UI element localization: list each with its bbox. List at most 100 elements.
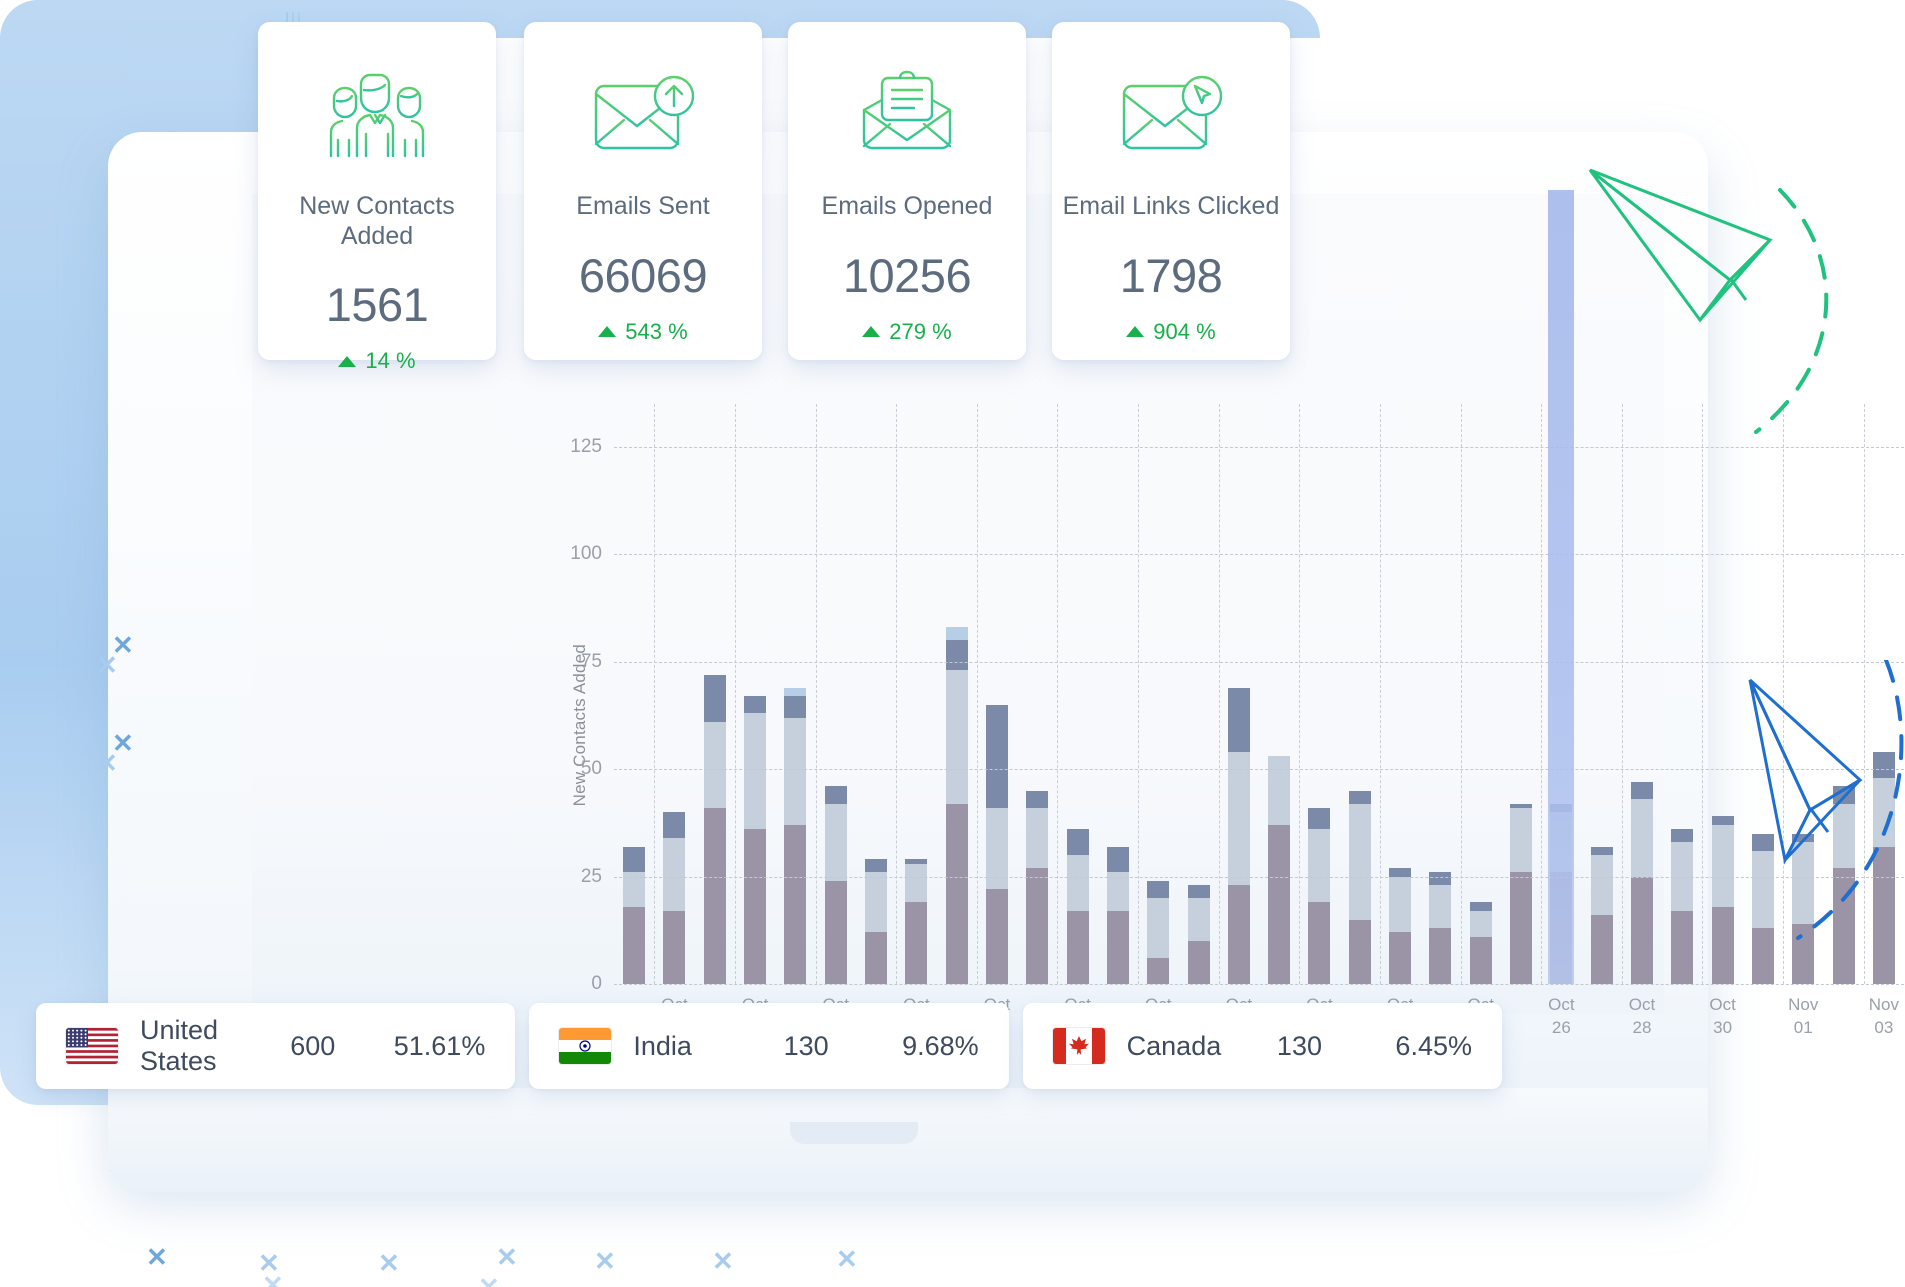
chart-bar-slot[interactable] (1178, 404, 1218, 984)
chart-stacked-bar[interactable] (1510, 803, 1533, 984)
chart-stacked-bar[interactable] (905, 859, 928, 984)
kpi-card-new-contacts-added[interactable]: New Contacts Added 1561 14 % (258, 22, 496, 373)
chart-stacked-bar[interactable] (744, 696, 767, 984)
chart-gridline-vertical (815, 404, 817, 984)
chart-bar-slot[interactable] (1057, 404, 1097, 984)
chart-bar-segment-middle (784, 717, 807, 826)
chart-stacked-bar[interactable] (985, 704, 1008, 984)
decorative-x-icon: ✕ (712, 1246, 734, 1276)
chart-stacked-bar[interactable] (1832, 786, 1855, 984)
kpi-value: 66069 (578, 248, 708, 302)
chart-stacked-bar[interactable] (784, 687, 807, 984)
country-card-canada[interactable]: Canada 130 6.45% (1022, 1003, 1502, 1089)
chart-bar-slot[interactable] (1299, 404, 1339, 984)
chart-stacked-bar[interactable] (1106, 846, 1129, 984)
chart-x-tick (1743, 994, 1783, 1052)
chart-stacked-bar[interactable] (1872, 752, 1895, 984)
chart-bar-segment-top (663, 812, 686, 838)
chart-bar-slot[interactable] (614, 404, 654, 984)
chart-stacked-bar[interactable] (1792, 833, 1815, 984)
chart-bar-slot[interactable] (695, 404, 735, 984)
chart-stacked-bar[interactable] (1348, 790, 1371, 984)
chart-bar-segment-bottom (1227, 885, 1250, 984)
kpi-delta-value: 279 % (889, 318, 952, 344)
chart-bar-segment-top (865, 859, 888, 873)
chart-bar-slot[interactable] (1783, 404, 1823, 984)
chart-bar-slot[interactable] (1138, 404, 1178, 984)
chart-bar-slot[interactable] (1219, 404, 1259, 984)
chart-bar-segment-top (1590, 846, 1613, 856)
chart-bar-segment-top (744, 696, 767, 714)
chart-bar-segment-bottom (1469, 936, 1492, 984)
chart-bar-slot[interactable] (1098, 404, 1138, 984)
kpi-delta: 14 % (338, 348, 416, 374)
chart-hover-highlight-column[interactable] (1548, 190, 1575, 984)
chart-bar-segment-bottom (1389, 932, 1412, 984)
chart-stacked-bar[interactable] (1671, 829, 1694, 984)
chart-stacked-bar[interactable] (1389, 868, 1412, 984)
chart-stacked-bar[interactable] (1711, 816, 1734, 984)
chart-stacked-bar[interactable] (1590, 846, 1613, 984)
chart-stacked-bar[interactable] (1187, 885, 1210, 984)
chart-bar-segment-top (1792, 833, 1815, 843)
chart-bar-slot[interactable] (937, 404, 977, 984)
chart-stacked-bar[interactable] (1630, 782, 1653, 984)
chart-bar-slot[interactable] (1420, 404, 1460, 984)
chart-bar-segment-bottom (1630, 876, 1653, 984)
chart-bar-slot[interactable] (1461, 404, 1501, 984)
decorative-x-icon: ✕ (378, 1248, 400, 1278)
chart-bar-slot[interactable] (1340, 404, 1380, 984)
chart-bar-slot[interactable] (1622, 404, 1662, 984)
chart-bar-segment-top (1872, 752, 1895, 778)
chart-bar-slot[interactable] (1662, 404, 1702, 984)
chart-bar-segment-bottom (1348, 919, 1371, 984)
kpi-card-email-links-clicked[interactable]: Email Links Clicked 1798 904 % (1052, 22, 1290, 360)
chart-x-tick-day: 26 (1551, 1017, 1571, 1037)
chart-stacked-bar[interactable] (945, 627, 968, 984)
chart-bar-slot[interactable] (1823, 404, 1863, 984)
chart-bar-segment-bottom (1872, 846, 1895, 984)
chart-bar-slot[interactable] (1702, 404, 1742, 984)
chart-stacked-bar[interactable] (663, 812, 686, 984)
chart-bar-slot[interactable] (654, 404, 694, 984)
chart-bar-segment-top (1348, 790, 1371, 804)
chart-bar-segment-top (985, 704, 1008, 808)
chart-stacked-bar[interactable] (1026, 790, 1049, 984)
chart-bar-slot[interactable] (1017, 404, 1057, 984)
chart-stacked-bar[interactable] (1268, 756, 1291, 984)
chart-bar-slot[interactable] (1259, 404, 1299, 984)
chart-stacked-bar[interactable] (1308, 807, 1331, 984)
chart-bar-slot[interactable] (977, 404, 1017, 984)
kpi-card-emails-opened[interactable]: Emails Opened 10256 279 % (788, 22, 1026, 360)
chart-bar-slot[interactable] (1743, 404, 1783, 984)
chart-bar-segment-middle (1268, 756, 1291, 826)
chart-bar-slot[interactable] (1501, 404, 1541, 984)
chart-stacked-bar[interactable] (1066, 829, 1089, 984)
chart-stacked-bar[interactable] (703, 674, 726, 984)
chart-x-tick-day: 03 (1874, 1017, 1894, 1037)
chart-x-tick: Nov 03 (1864, 994, 1904, 1052)
chart-bar-slot[interactable] (816, 404, 856, 984)
chart-stacked-bar[interactable] (1227, 687, 1250, 984)
country-name: United States (140, 1015, 219, 1076)
chart-stacked-bar[interactable] (1469, 902, 1492, 984)
chart-stacked-bar[interactable] (824, 786, 847, 984)
chart-x-tick (1662, 994, 1702, 1052)
country-card-united-states[interactable]: United States 600 51.61% (36, 1003, 516, 1089)
chart-bar-segment-bottom (703, 807, 726, 984)
kpi-card-emails-sent[interactable]: Emails Sent 66069 543 % (524, 22, 762, 360)
chart-stacked-bar[interactable] (865, 859, 888, 984)
chart-stacked-bar[interactable] (1147, 880, 1170, 984)
chart-stacked-bar[interactable] (623, 846, 646, 984)
chart-bar-slot[interactable] (896, 404, 936, 984)
chart-bar-slot[interactable] (856, 404, 896, 984)
chart-bar-segment-top (945, 640, 968, 671)
chart-bar-slot[interactable] (775, 404, 815, 984)
chart-bar-slot[interactable] (1582, 404, 1622, 984)
chart-stacked-bar[interactable] (1429, 872, 1452, 984)
chart-bar-slot[interactable] (1864, 404, 1904, 984)
chart-bar-slot[interactable] (735, 404, 775, 984)
chart-bar-slot[interactable] (1380, 404, 1420, 984)
country-card-india[interactable]: India 130 9.68% (529, 1003, 1009, 1089)
chart-stacked-bar[interactable] (1751, 833, 1774, 984)
